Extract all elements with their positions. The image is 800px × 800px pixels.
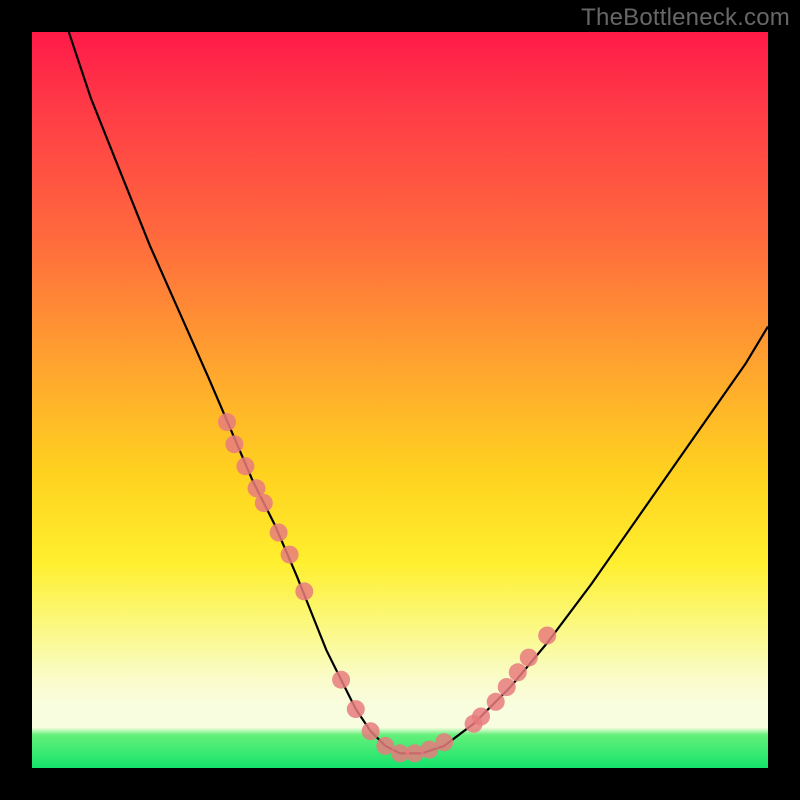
marker-dot — [347, 700, 365, 718]
marker-dot — [218, 413, 236, 431]
chart-frame: TheBottleneck.com — [0, 0, 800, 800]
marker-dot — [520, 649, 538, 667]
curve-svg — [32, 32, 768, 768]
marker-dot — [538, 627, 556, 645]
marker-dot — [255, 494, 273, 512]
marker-dot — [472, 708, 490, 726]
marker-dot — [332, 671, 350, 689]
marker-dot — [295, 582, 313, 600]
marker-dot — [509, 663, 527, 681]
marker-dot — [236, 457, 254, 475]
marker-dot — [487, 693, 505, 711]
marker-dot — [498, 678, 516, 696]
marker-dot — [225, 435, 243, 453]
marker-dot — [270, 524, 288, 542]
marker-group — [218, 413, 556, 762]
watermark-text: TheBottleneck.com — [581, 4, 790, 32]
marker-dot — [281, 546, 299, 564]
marker-dot — [435, 733, 453, 751]
bottleneck-curve — [69, 32, 768, 753]
plot-area — [32, 32, 768, 768]
marker-dot — [362, 722, 380, 740]
